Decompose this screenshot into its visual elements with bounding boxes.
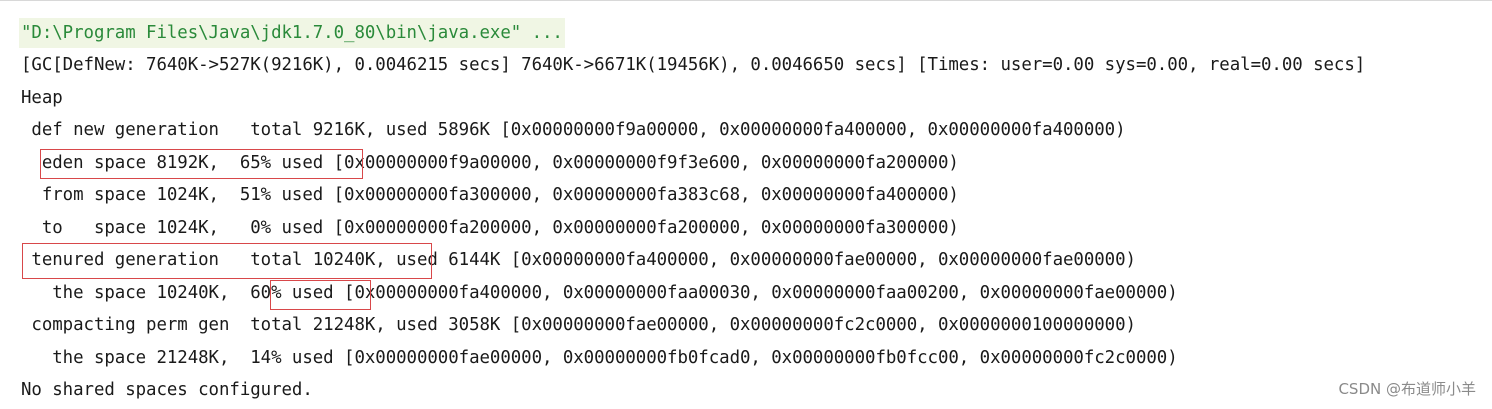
watermark-text: CSDN @布道师小羊	[1338, 380, 1476, 398]
no-shared-spaces-line: No shared spaces configured.	[21, 380, 313, 400]
from-space-line: from space 1024K, 51% used [0x00000000fa…	[21, 185, 959, 205]
perm-the-space-line: the space 21248K, 14% used [0x00000000fa…	[21, 348, 1178, 368]
to-space-line: to space 1024K, 0% used [0x00000000fa200…	[21, 218, 959, 238]
gc-log-line: [GC[DefNew: 7640K->527K(9216K), 0.004621…	[21, 55, 1366, 75]
console-output: "D:\Program Files\Java\jdk1.7.0_80\bin\j…	[0, 0, 1492, 409]
used-percent-highlight-box	[270, 280, 371, 310]
def-new-generation-line: def new generation total 9216K, used 589…	[21, 120, 1126, 140]
command-line: "D:\Program Files\Java\jdk1.7.0_80\bin\j…	[19, 18, 565, 48]
tenured-the-space-line: the space 10240K, 60% used [0x00000000fa…	[21, 283, 1178, 303]
tenured-generation-highlight-box	[22, 243, 432, 279]
compacting-perm-gen-line: compacting perm gen total 21248K, used 3…	[21, 315, 1136, 335]
eden-space-highlight-box	[40, 149, 363, 179]
heap-header: Heap	[21, 88, 63, 108]
